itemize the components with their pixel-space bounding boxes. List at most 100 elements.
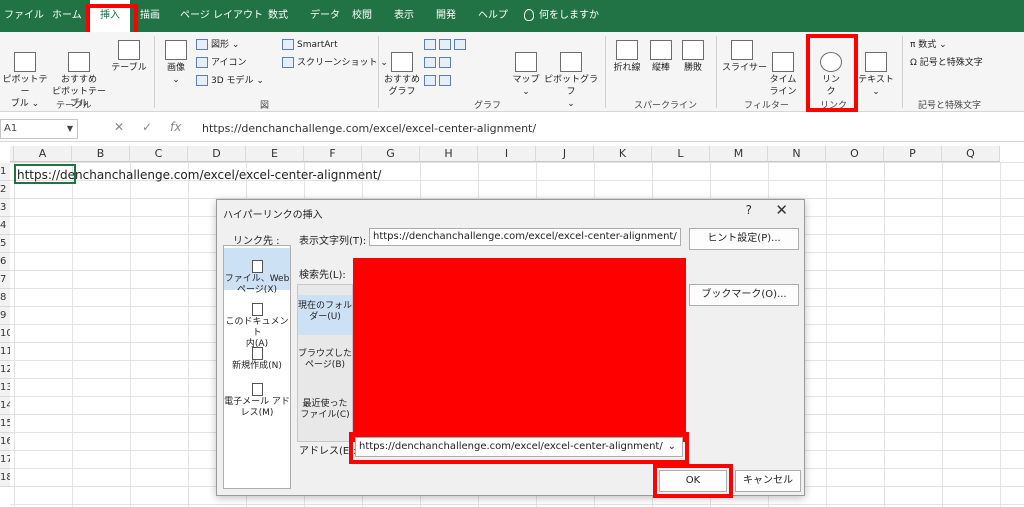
chart-type-row-3[interactable] <box>424 74 454 88</box>
text-button[interactable]: テキスト ⌄ <box>858 40 894 98</box>
icons-button[interactable]: アイコン <box>196 56 247 70</box>
column-header-l[interactable]: L <box>652 146 710 162</box>
column-header-j[interactable]: J <box>536 146 594 162</box>
column-header-f[interactable]: F <box>304 146 362 162</box>
link-to-this-document[interactable]: このドキュメント 内(A) <box>224 292 290 349</box>
equation-button[interactable]: π 数式 ⌄ <box>910 38 947 52</box>
symbol-button[interactable]: Ω 記号と特殊文字 <box>910 56 983 70</box>
chart-type-row-2[interactable] <box>424 56 454 70</box>
pivot-table-button[interactable]: ピボットテー ブル ⌄ <box>2 40 48 110</box>
look-in-label: 検索先(L): <box>299 270 346 281</box>
column-header-a[interactable]: A <box>14 146 72 162</box>
column-header-p[interactable]: P <box>884 146 942 162</box>
row-header-8[interactable]: 8 <box>0 289 10 307</box>
row-header-9[interactable]: 9 <box>0 307 10 325</box>
screentip-button[interactable]: ヒント設定(P)... <box>689 228 799 250</box>
sparkline-column-button[interactable]: 縦棒 <box>646 40 676 74</box>
confirm-entry-icon[interactable]: ✓ <box>142 120 152 134</box>
link-to-new-document[interactable]: 新規作成(N) <box>224 336 290 371</box>
look-in-recent-files[interactable]: 最近使った ファイル(C) <box>298 393 352 433</box>
row-header-15[interactable]: 15 <box>0 415 10 433</box>
link-to-panel: ファイル、Web ページ(X) このドキュメント 内(A) 新規作成(N) 電子… <box>223 245 291 489</box>
cancel-entry-icon[interactable]: ✕ <box>114 120 124 134</box>
tab-data[interactable]: データ <box>310 0 340 32</box>
timeline-button[interactable]: タイム ライン <box>766 40 800 98</box>
tab-view[interactable]: 表示 <box>394 0 414 32</box>
bookmark-button[interactable]: ブックマーク(O)... <box>689 284 799 306</box>
column-header-i[interactable]: I <box>478 146 536 162</box>
look-in-browsed-pages[interactable]: ブラウズした ページ(B) <box>298 343 352 383</box>
column-header-d[interactable]: D <box>188 146 246 162</box>
row-header-12[interactable]: 12 <box>0 361 10 379</box>
column-header-b[interactable]: B <box>72 146 130 162</box>
formula-input[interactable]: https://denchanchallenge.com/excel/excel… <box>202 122 536 135</box>
tab-developer[interactable]: 開発 <box>436 0 456 32</box>
column-header-c[interactable]: C <box>130 146 188 162</box>
row-header-7[interactable]: 7 <box>0 271 10 289</box>
smartart-button[interactable]: SmartArt <box>282 38 338 52</box>
group-label-table: テーブル <box>56 101 92 111</box>
dialog-title: ハイパーリンクの挿入 <box>223 210 323 221</box>
name-box-value: A1 <box>4 123 18 134</box>
column-header-o[interactable]: O <box>826 146 884 162</box>
row-header-5[interactable]: 5 <box>0 235 10 253</box>
column-header-m[interactable]: M <box>710 146 768 162</box>
column-header-k[interactable]: K <box>594 146 652 162</box>
row-header-18[interactable]: 18 <box>0 469 10 487</box>
cell-a1-value[interactable]: https://denchanchallenge.com/excel/excel… <box>17 168 381 182</box>
shapes-button[interactable]: 図形 ⌄ <box>196 38 239 52</box>
link-to-email[interactable]: 電子メール アド レス(M) <box>224 372 290 418</box>
column-header-q[interactable]: Q <box>942 146 1000 162</box>
slicer-button[interactable]: スライサー <box>722 40 767 74</box>
screenshot-button[interactable]: スクリーンショット ⌄ <box>282 56 388 70</box>
tab-formulas[interactable]: 数式 <box>268 0 288 32</box>
column-chart-icon <box>424 39 436 50</box>
tab-page-layout[interactable]: ページ レイアウト <box>180 0 263 32</box>
sparkline-line-icon <box>616 40 638 60</box>
new-document-icon <box>251 347 263 360</box>
look-in-current-folder[interactable]: 現在のフォル ダー(U) <box>298 295 352 335</box>
row-header-4[interactable]: 4 <box>0 217 10 235</box>
chart-type-row-1[interactable] <box>424 38 469 52</box>
cancel-button[interactable]: キャンセル <box>735 470 801 492</box>
row-header-14[interactable]: 14 <box>0 397 10 415</box>
sparkline-line-button[interactable]: 折れ線 <box>610 40 644 74</box>
table-button[interactable]: テーブル <box>110 40 148 74</box>
row-header-17[interactable]: 17 <box>0 451 10 469</box>
help-icon[interactable]: ? <box>746 203 752 217</box>
tab-home[interactable]: ホーム <box>52 0 82 32</box>
row-header-1[interactable]: 1 <box>0 163 10 181</box>
screenshot-icon <box>282 57 294 68</box>
map-chart-button[interactable]: マップ ⌄ <box>510 40 542 98</box>
tab-review[interactable]: 校閲 <box>352 0 372 32</box>
line-chart-icon <box>424 57 436 68</box>
recommended-charts-button[interactable]: おすすめ グラフ <box>382 40 422 98</box>
link-to-file-web[interactable]: ファイル、Web ページ(X) <box>224 248 290 295</box>
row-header-16[interactable]: 16 <box>0 433 10 451</box>
row-header-13[interactable]: 13 <box>0 379 10 397</box>
column-header-n[interactable]: N <box>768 146 826 162</box>
highlight-address-field <box>349 432 689 464</box>
name-box[interactable]: A1 ▼ <box>0 119 78 139</box>
display-text-input[interactable]: https://denchanchallenge.com/excel/excel… <box>369 228 681 246</box>
sparkline-winloss-button[interactable]: 勝敗 <box>678 40 708 74</box>
column-header-g[interactable]: G <box>362 146 420 162</box>
tab-draw[interactable]: 描画 <box>140 0 160 32</box>
close-icon[interactable]: ✕ <box>775 201 788 219</box>
tab-help[interactable]: ヘルプ <box>478 0 508 32</box>
row-header-11[interactable]: 11 <box>0 343 10 361</box>
row-header-6[interactable]: 6 <box>0 253 10 271</box>
globe-icon <box>515 52 537 72</box>
row-header-3[interactable]: 3 <box>0 199 10 217</box>
tab-file[interactable]: ファイル <box>4 0 44 32</box>
row-header-2[interactable]: 2 <box>0 181 10 199</box>
tell-me-search[interactable]: 何をしますか <box>524 0 599 32</box>
column-header-e[interactable]: E <box>246 146 304 162</box>
3d-model-button[interactable]: 3D モデル ⌄ <box>196 74 264 88</box>
image-button[interactable]: 画像 ⌄ <box>160 40 192 86</box>
pivot-chart-button[interactable]: ピボットグラフ ⌄ <box>544 40 598 110</box>
column-header-h[interactable]: H <box>420 146 478 162</box>
row-header-10[interactable]: 10 <box>0 325 10 343</box>
highlight-link-button <box>806 34 858 112</box>
insert-function-icon[interactable]: fx <box>170 120 181 134</box>
